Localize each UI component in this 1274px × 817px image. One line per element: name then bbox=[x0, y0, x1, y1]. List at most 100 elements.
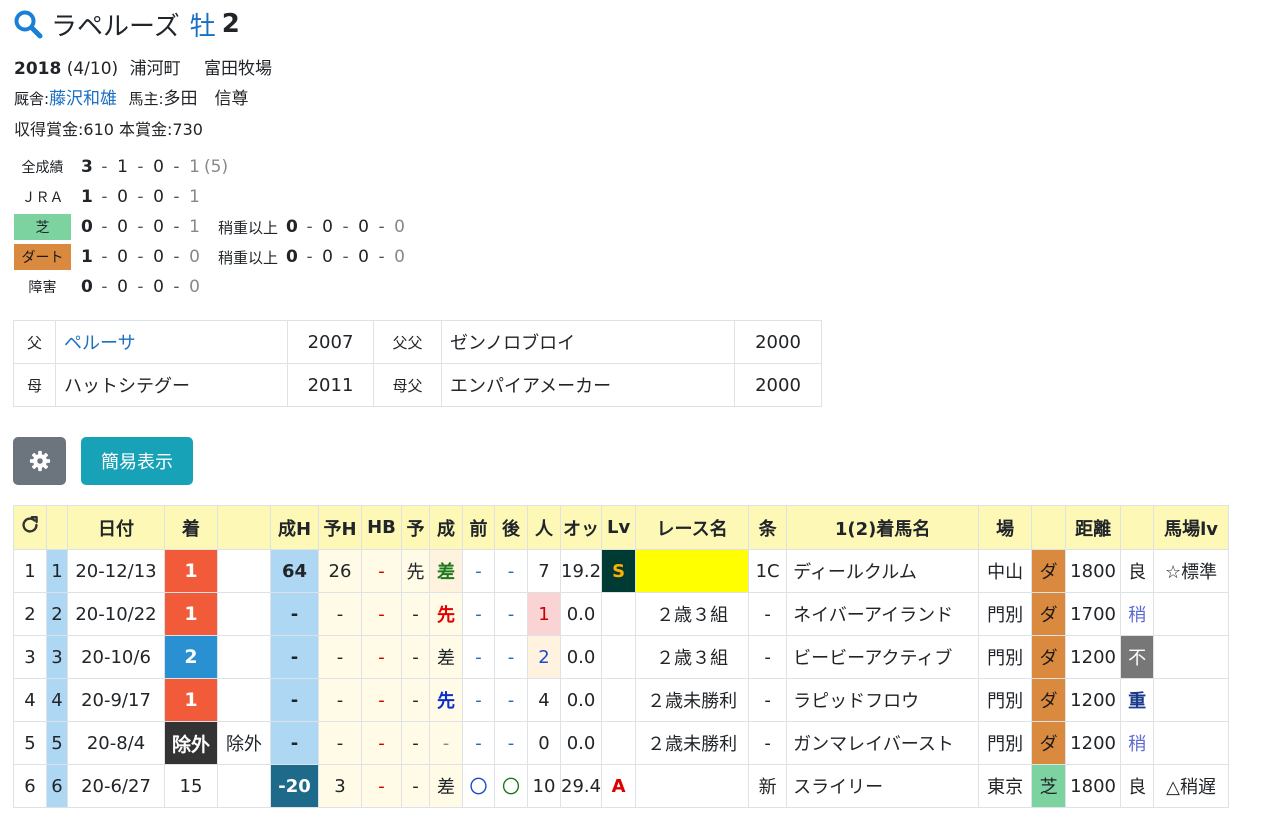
hb-value: - bbox=[361, 592, 402, 636]
result-h: - bbox=[270, 635, 319, 679]
finish-rank: 1 bbox=[164, 549, 218, 593]
record-count: 0 bbox=[286, 217, 298, 237]
finish-note bbox=[217, 592, 271, 636]
race-name[interactable]: ２歳未勝利 bbox=[635, 721, 750, 765]
row-number: 1 bbox=[13, 549, 47, 593]
table-row[interactable]: 5 5 20-8/4 除外 除外 - - - - - - -0 0.0 ２歳未勝利 - ガンマレイバースト 門別… bbox=[13, 721, 1230, 765]
dam-sire-year: 2000 bbox=[734, 363, 822, 407]
race-date: 20-8/4 bbox=[67, 721, 165, 765]
row-number: 2 bbox=[13, 592, 47, 636]
odds: 0.0 bbox=[559, 721, 603, 765]
dam-sire-label: 母父 bbox=[373, 363, 442, 407]
race-name[interactable]: ２歳３組 bbox=[635, 592, 750, 636]
column-header: 予H bbox=[318, 505, 362, 550]
sire-sire-year: 2000 bbox=[734, 320, 822, 364]
record-count: 0 bbox=[189, 277, 200, 297]
birth-date: (4/10) bbox=[66, 59, 119, 79]
result-style: 差 bbox=[429, 635, 463, 679]
column-header: オッ bbox=[559, 505, 603, 550]
column-header: HB bbox=[361, 505, 402, 550]
finish-rank: 2 bbox=[164, 635, 218, 679]
simple-view-button[interactable]: 簡易表示 bbox=[81, 437, 193, 485]
record-count: 0 bbox=[153, 157, 164, 177]
pedigree-table: 父 ペルーサ 2007 父父 ゼンノロブロイ 2000 母 ハットシテグー 20… bbox=[13, 320, 822, 407]
table-row[interactable]: 3 3 20-10/6 2- - - - 差 - -2 0.0 ２歳３組 - ビービーアクティブ 門別ダ 12… bbox=[13, 635, 1230, 679]
dam-name: ハットシテグー bbox=[55, 363, 288, 407]
record-separator: - bbox=[173, 217, 180, 237]
winner-name[interactable]: ガンマレイバースト bbox=[786, 721, 980, 765]
winner-name[interactable]: スライリー bbox=[786, 764, 980, 808]
dam-label: 母 bbox=[13, 363, 56, 407]
refresh-icon[interactable] bbox=[19, 514, 41, 536]
refresh-header[interactable] bbox=[13, 505, 47, 550]
winner-name[interactable]: ディールクルム bbox=[786, 549, 980, 593]
horse-age: 2 bbox=[221, 9, 240, 39]
odds: 29.4 bbox=[559, 764, 603, 808]
race-date: 20-6/27 bbox=[67, 764, 165, 808]
record-count: 0 bbox=[322, 247, 333, 267]
settings-button[interactable] bbox=[13, 437, 66, 485]
predicted-h: 3 bbox=[318, 764, 362, 808]
pedigree-row-dam: 母 ハットシテグー 2011 母父 エンパイアメーカー 2000 bbox=[13, 363, 822, 407]
table-row[interactable]: 2 2 20-10/22 1- - - - 先 - -1 0.0 ２歳３組 - ネイバーアイランド 門別ダ 1… bbox=[13, 592, 1230, 636]
pedigree-row-sire: 父 ペルーサ 2007 父父 ゼンノロブロイ 2000 bbox=[13, 320, 822, 364]
winner-name[interactable]: ラピッドフロウ bbox=[786, 678, 980, 722]
winner-name[interactable]: ビービーアクティブ bbox=[786, 635, 980, 679]
result-h: -20 bbox=[270, 764, 319, 808]
condition: - bbox=[748, 721, 788, 765]
sire-label: 父 bbox=[13, 320, 56, 364]
record-separator: - bbox=[173, 187, 180, 207]
going: 不 bbox=[1120, 635, 1155, 679]
column-header bbox=[217, 505, 271, 550]
horse-sex: 牡 bbox=[189, 11, 216, 42]
front-mark: - bbox=[462, 721, 495, 765]
finish-note bbox=[217, 635, 271, 679]
result-h: - bbox=[270, 592, 319, 636]
record-count: 0 bbox=[153, 277, 164, 297]
record-count: 1 bbox=[81, 247, 93, 267]
record-extra: (5) bbox=[204, 157, 229, 177]
track: 中山 bbox=[978, 549, 1033, 593]
trainer-link[interactable]: 藤沢和雄 bbox=[49, 89, 117, 109]
odds: 0.0 bbox=[559, 678, 603, 722]
prize-line: 収得賞金:610 本賞金:730 bbox=[14, 120, 203, 139]
record-separator: - bbox=[101, 277, 108, 297]
predicted-style: - bbox=[401, 678, 430, 722]
breeder: 富田牧場 bbox=[204, 59, 272, 79]
winner-name[interactable]: ネイバーアイランド bbox=[786, 592, 980, 636]
level: S bbox=[601, 549, 637, 593]
record-count: 0 bbox=[394, 217, 405, 237]
level bbox=[601, 592, 637, 636]
level bbox=[601, 635, 637, 679]
sire-year: 2007 bbox=[287, 320, 374, 364]
table-row[interactable]: 1 1 20-12/13 1 64 26- 先差 - -7 19.2 S 1C ディールクルム 中山ダ 18… bbox=[13, 549, 1230, 593]
table-row[interactable]: 6 6 20-6/27 15 -20 3- - 差〇〇 10 29.4 A 新スライリー 東京芝 1800… bbox=[13, 764, 1230, 808]
front-mark: - bbox=[462, 635, 495, 679]
race-name[interactable]: ２歳未勝利 bbox=[635, 678, 750, 722]
track: 門別 bbox=[978, 635, 1033, 679]
back-mark: - bbox=[494, 678, 528, 722]
distance: 1200 bbox=[1065, 678, 1122, 722]
sire-link[interactable]: ペルーサ bbox=[55, 320, 288, 364]
column-header: レース名 bbox=[635, 505, 750, 550]
search-icon[interactable] bbox=[13, 9, 43, 39]
record-count: 0 bbox=[189, 247, 200, 267]
back-mark: 〇 bbox=[494, 764, 528, 808]
record-numbers: 1-0-0-0 bbox=[81, 247, 200, 267]
record-count: 0 bbox=[394, 247, 405, 267]
dam-year: 2011 bbox=[287, 363, 374, 407]
column-header: 予 bbox=[401, 505, 430, 550]
race-name[interactable] bbox=[635, 764, 750, 808]
odds: 19.2 bbox=[559, 549, 603, 593]
hb-value: - bbox=[361, 721, 402, 765]
record-label: 芝 bbox=[14, 214, 71, 240]
race-name[interactable] bbox=[635, 549, 750, 593]
race-name[interactable]: ２歳３組 bbox=[635, 635, 750, 679]
popularity: 2 bbox=[527, 635, 561, 679]
record-numbers: 1-0-0-1 bbox=[81, 187, 200, 207]
table-row[interactable]: 4 4 20-9/17 1- - - - 先 - -4 0.0 ２歳未勝利 - ラピッドフロウ 門別ダ 120… bbox=[13, 678, 1230, 722]
going: 良 bbox=[1120, 764, 1155, 808]
owner-label: 馬主: bbox=[128, 90, 164, 108]
finish-rank: 1 bbox=[164, 678, 218, 722]
row-number: 6 bbox=[13, 764, 47, 808]
